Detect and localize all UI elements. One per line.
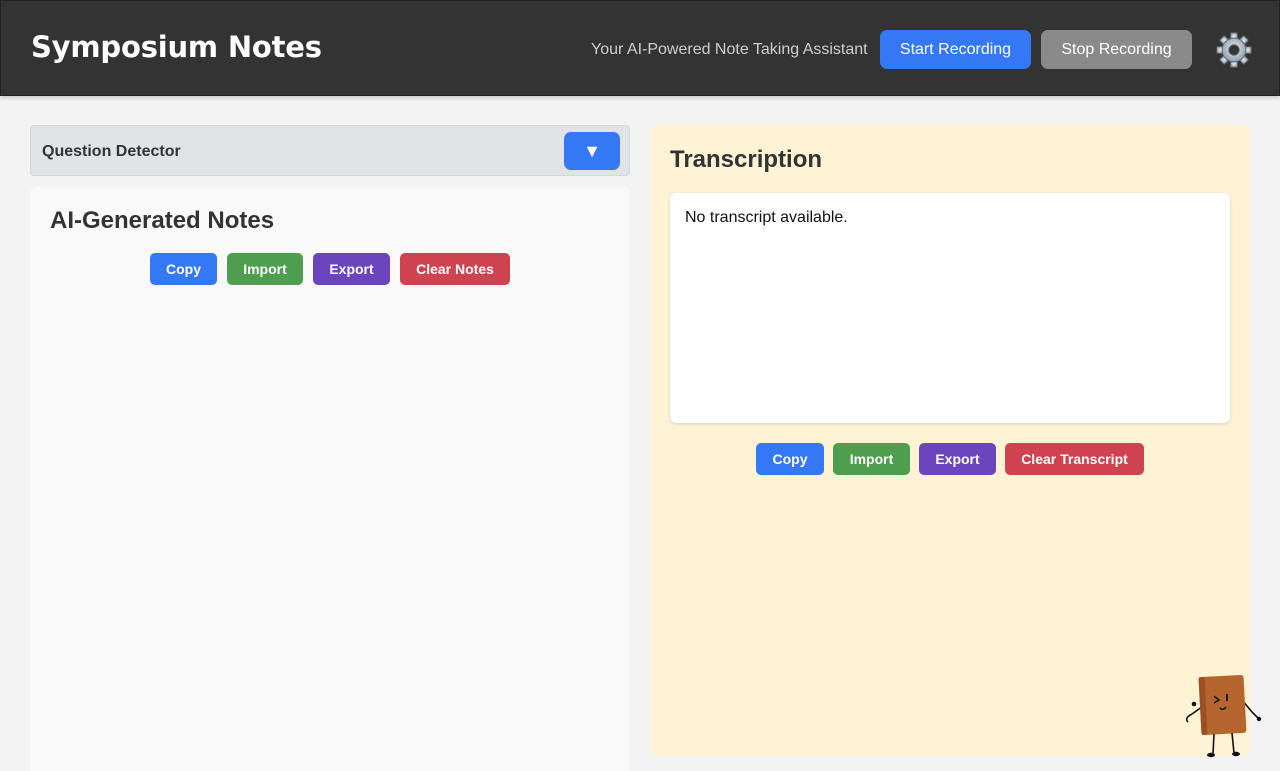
question-detector-label: Question Detector xyxy=(42,143,181,160)
question-detector-bar[interactable]: Question Detector ▼ xyxy=(30,125,630,176)
notes-export-button[interactable]: Export xyxy=(313,253,390,285)
chevron-down-icon: ▼ xyxy=(583,140,601,161)
stop-recording-button[interactable]: Stop Recording xyxy=(1041,30,1192,69)
start-recording-button[interactable]: Start Recording xyxy=(880,30,1031,69)
transcript-box[interactable]: No transcript available. xyxy=(670,193,1230,423)
clear-notes-button[interactable]: Clear Notes xyxy=(400,253,510,285)
gear-icon[interactable] xyxy=(1215,31,1253,69)
transcript-import-button[interactable]: Import xyxy=(833,443,910,475)
notes-import-button[interactable]: Import xyxy=(227,253,303,285)
notes-title: AI-Generated Notes xyxy=(50,207,275,234)
notes-panel: AI-Generated Notes Copy Import Export Cl… xyxy=(30,186,630,771)
clear-transcript-button[interactable]: Clear Transcript xyxy=(1005,443,1144,475)
transcript-text: No transcript available. xyxy=(685,209,848,226)
notebook-mascot-icon[interactable] xyxy=(1180,670,1264,762)
transcript-copy-button[interactable]: Copy xyxy=(756,443,824,475)
transcription-title: Transcription xyxy=(670,146,823,173)
app-header: Symposium Notes Your AI-Powered Note Tak… xyxy=(0,0,1280,96)
question-detector-toggle-button[interactable]: ▼ xyxy=(564,132,620,170)
transcription-panel: Transcription No transcript available. C… xyxy=(650,125,1250,756)
app-title: Symposium Notes xyxy=(31,30,322,64)
app-tagline: Your AI-Powered Note Taking Assistant xyxy=(591,41,868,58)
transcript-export-button[interactable]: Export xyxy=(919,443,996,475)
notes-copy-button[interactable]: Copy xyxy=(150,253,217,285)
